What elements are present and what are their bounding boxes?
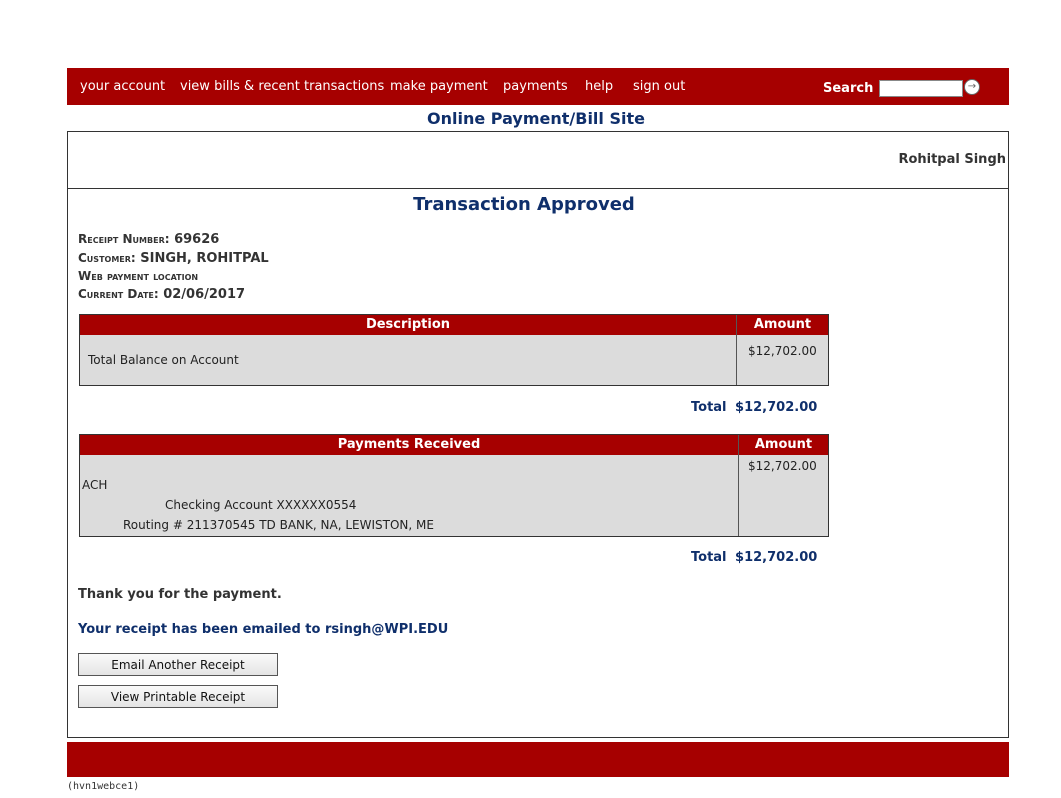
user-bar: Rohitpal Singh xyxy=(68,132,1008,189)
payments-amount-header: Amount xyxy=(739,435,828,455)
customer-value: SINGH, ROHITPAL xyxy=(140,251,269,266)
payment-location: Web payment location xyxy=(78,269,199,283)
description-total-label: Total xyxy=(691,400,727,415)
nav-payments[interactable]: payments xyxy=(503,79,568,94)
description-table: Description Amount Total Balance on Acco… xyxy=(79,314,829,386)
payments-total-label: Total xyxy=(691,550,727,565)
transaction-title: Transaction Approved xyxy=(413,194,635,215)
column-divider xyxy=(736,315,737,385)
current-date-value: 02/06/2017 xyxy=(163,287,246,302)
server-id: (hvn1webce1) xyxy=(67,781,140,792)
nav-help[interactable]: help xyxy=(585,79,613,94)
amount-cell: $12,702.00 xyxy=(748,344,817,358)
nav-sign-out[interactable]: sign out xyxy=(633,79,685,94)
amount-header: Amount xyxy=(737,315,828,335)
payments-table: Payments Received Amount ACH Checking Ac… xyxy=(79,434,829,537)
payment-location-line: Web payment location xyxy=(78,269,198,284)
receipt-emailed-message: Your receipt has been emailed to rsingh@… xyxy=(78,622,449,637)
thank-you-message: Thank you for the payment. xyxy=(78,587,282,602)
description-cell: Total Balance on Account xyxy=(88,353,239,367)
payment-account: Checking Account XXXXXX0554 xyxy=(165,498,357,512)
payments-total: Total $12,702.00 xyxy=(691,550,817,565)
nav-view-bills[interactable]: view bills & recent transactions xyxy=(180,79,384,94)
nav-make-payment[interactable]: make payment xyxy=(390,79,488,94)
payment-routing: Routing # 211370545 TD BANK, NA, LEWISTO… xyxy=(123,518,434,532)
payments-total-value: $12,702.00 xyxy=(735,550,818,565)
view-printable-receipt-button[interactable]: View Printable Receipt xyxy=(78,685,278,708)
payments-received-header: Payments Received xyxy=(80,435,738,455)
receipt-number-value: 69626 xyxy=(174,232,220,247)
column-divider xyxy=(738,435,739,536)
customer-label: Customer: xyxy=(78,251,136,265)
main-content-box: Rohitpal Singh Transaction Approved Rece… xyxy=(67,131,1009,738)
customer-line: Customer: SINGH, ROHITPAL xyxy=(78,251,269,266)
current-date-line: Current Date: 02/06/2017 xyxy=(78,287,245,302)
current-date-label: Current Date: xyxy=(78,287,159,301)
description-header: Description xyxy=(80,315,736,335)
nav-your-account[interactable]: your account xyxy=(80,79,165,94)
description-total: Total $12,702.00 xyxy=(691,400,817,415)
top-nav-bar: your account view bills & recent transac… xyxy=(67,68,1009,105)
footer-bar xyxy=(67,742,1009,777)
receipt-number-label: Receipt Number: xyxy=(78,232,170,246)
description-total-value: $12,702.00 xyxy=(735,400,818,415)
email-another-receipt-button[interactable]: Email Another Receipt xyxy=(78,653,278,676)
search-go-icon[interactable]: → xyxy=(964,79,980,95)
receipt-number-line: Receipt Number: 69626 xyxy=(78,232,219,247)
search-input[interactable] xyxy=(879,80,963,97)
payment-amount: $12,702.00 xyxy=(748,459,817,473)
search-label: Search xyxy=(823,81,874,96)
payment-method: ACH xyxy=(82,478,108,492)
user-name: Rohitpal Singh xyxy=(898,152,1006,167)
site-title: Online Payment/Bill Site xyxy=(427,109,645,128)
